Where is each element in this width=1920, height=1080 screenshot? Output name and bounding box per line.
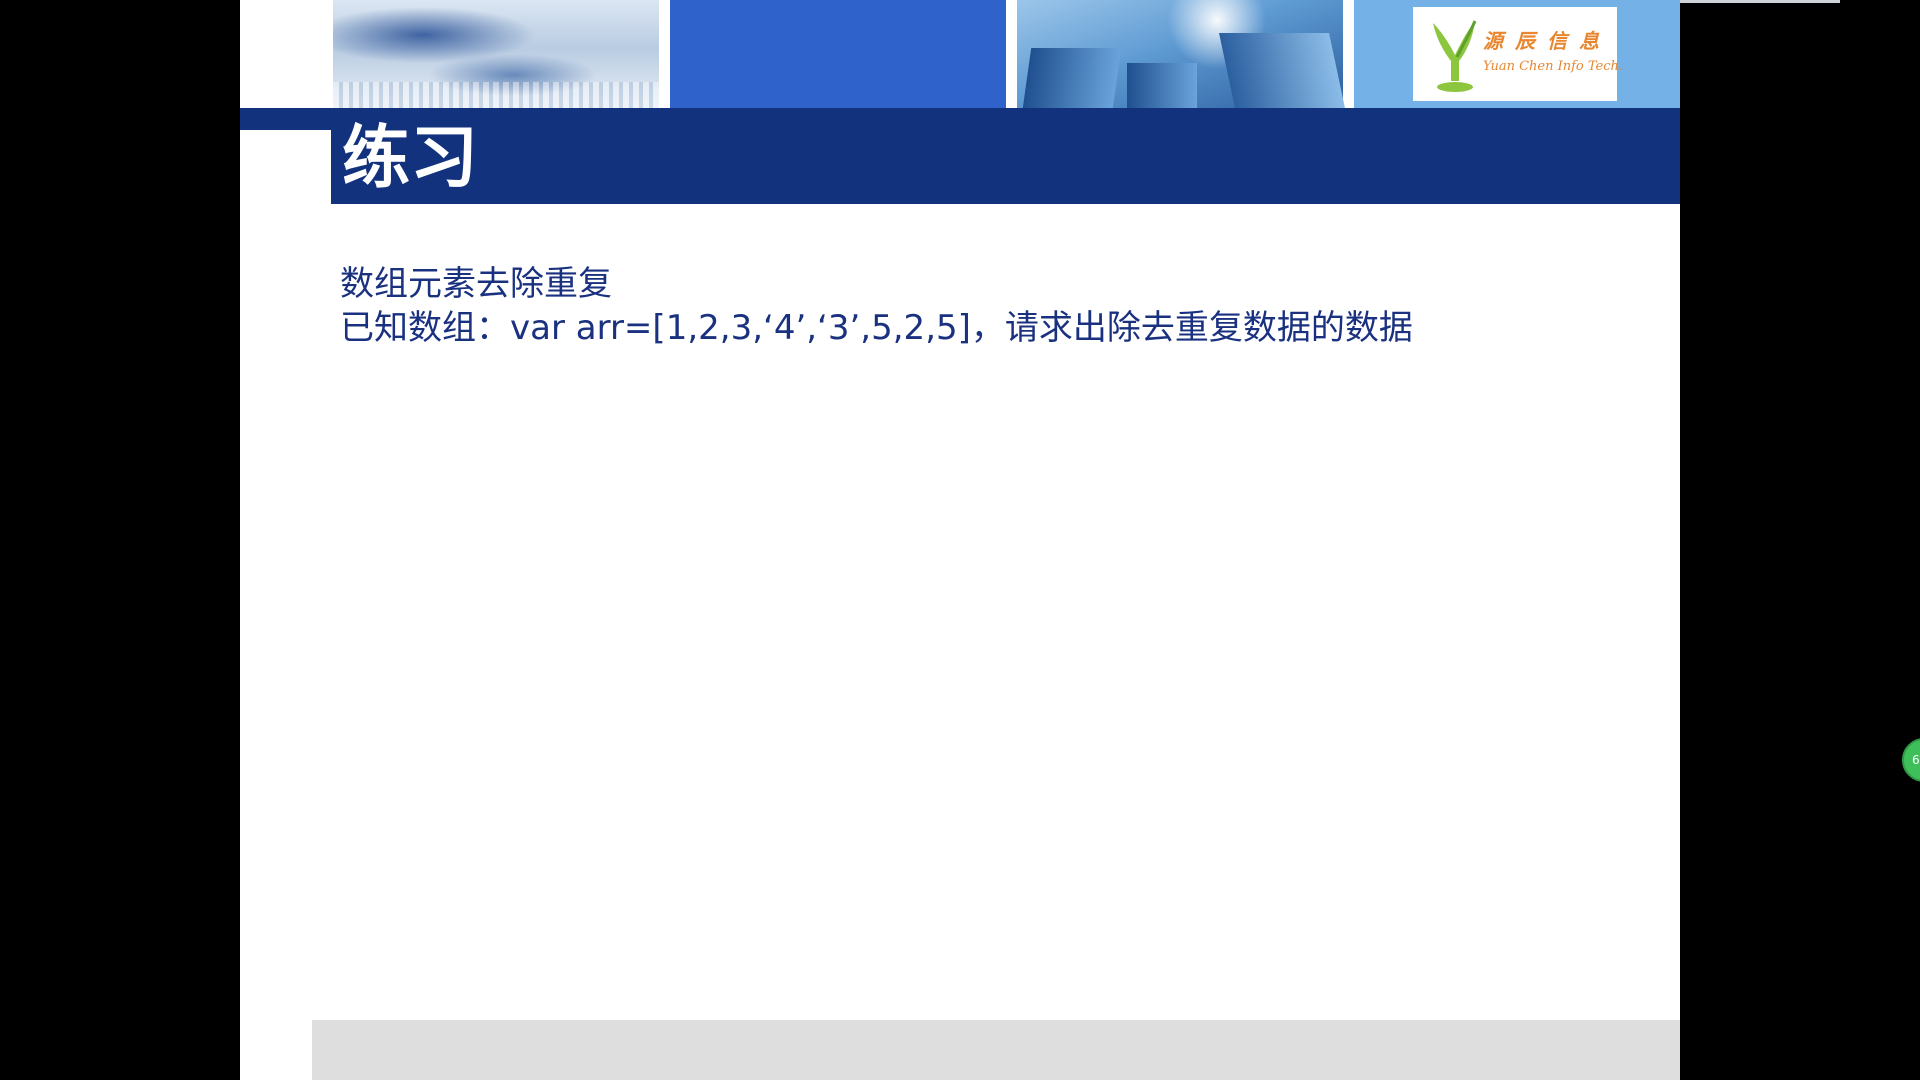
- header-banner: 源辰信息 Yuan Chen Info Tech.: [333, 0, 1680, 108]
- banner-image-keyboard: [333, 0, 659, 108]
- banner-logo-panel: 源辰信息 Yuan Chen Info Tech.: [1354, 0, 1680, 108]
- keyboard-keys-decoration: [333, 82, 659, 108]
- title-bar: [331, 108, 1680, 204]
- logo-chinese-text: 源辰信息: [1483, 29, 1611, 53]
- slide-body: 数组元素去除重复 已知数组：var arr=[1,2,3,‘4’,‘3’,5,2…: [340, 262, 1413, 350]
- slide-canvas: 源辰信息 Yuan Chen Info Tech. 练习 数组元素去除重复 已知…: [240, 0, 1680, 1080]
- building-shape: [1127, 63, 1197, 108]
- banner-image-buildings: [1017, 0, 1345, 108]
- slide-title: 练习: [342, 119, 479, 198]
- presentation-screen: 源辰信息 Yuan Chen Info Tech. 练习 数组元素去除重复 已知…: [0, 0, 1920, 1080]
- building-shape: [1219, 33, 1345, 108]
- company-logo: 源辰信息 Yuan Chen Info Tech.: [1413, 7, 1623, 101]
- sprout-y-logo-icon: [1433, 20, 1477, 92]
- logo-english-text: Yuan Chen Info Tech.: [1483, 59, 1624, 74]
- body-line-topic: 数组元素去除重复: [340, 264, 612, 304]
- footer-bar: [312, 1020, 1680, 1080]
- body-line-question: 已知数组：var arr=[1,2,3,‘4’,‘3’,5,2,5]，请求出除去…: [340, 308, 1413, 348]
- building-shape: [1022, 48, 1122, 108]
- banner-blue-panel: [670, 0, 1006, 108]
- page-number-badge[interactable]: 61: [1902, 738, 1920, 782]
- title-left-strip: [240, 108, 331, 130]
